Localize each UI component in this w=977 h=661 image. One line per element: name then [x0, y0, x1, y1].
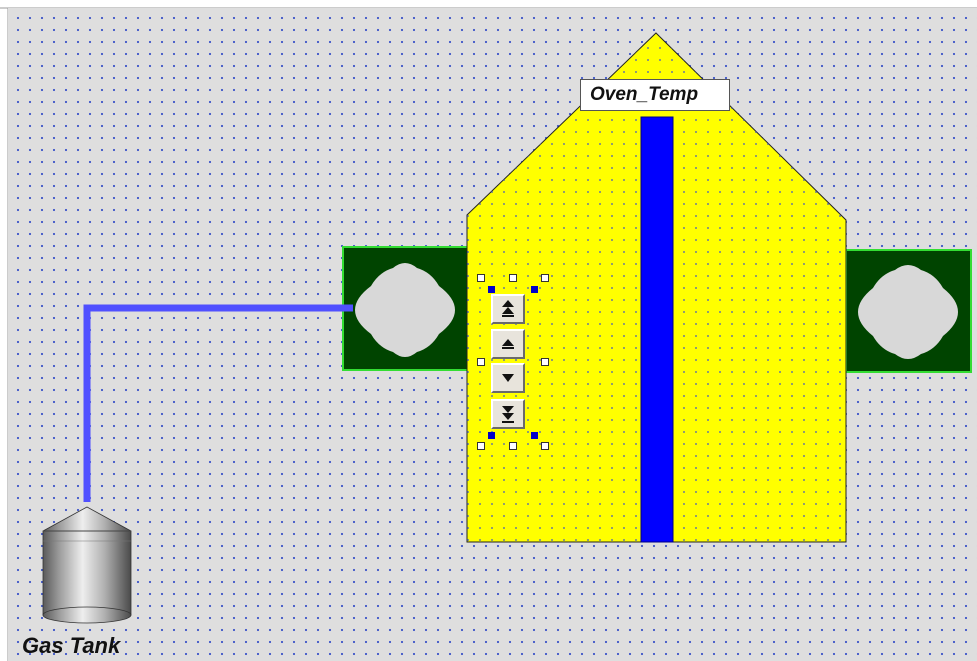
gas-tank-label: Gas Tank	[22, 633, 121, 658]
down-arrow-icon	[502, 374, 514, 382]
spin-fast-up-button[interactable]	[491, 294, 525, 324]
selection-handle-top-middle[interactable]	[509, 274, 517, 282]
selection-handle-middle-right[interactable]	[541, 358, 549, 366]
spin-up-button[interactable]	[491, 329, 525, 359]
oven-temp-bar	[640, 116, 674, 543]
design-canvas[interactable]: Oven_Temp Gas Tank	[8, 8, 977, 661]
selection-handle-bottom-middle[interactable]	[509, 442, 517, 450]
selection-handle-bottom-left[interactable]	[477, 442, 485, 450]
spin-down-button[interactable]	[491, 363, 525, 393]
up-arrow-icon	[502, 339, 514, 349]
double-up-arrow-icon	[502, 300, 514, 317]
inner-handle-top-left	[488, 286, 495, 293]
spin-fast-down-button[interactable]	[491, 399, 525, 429]
selection-handle-bottom-right[interactable]	[541, 442, 549, 450]
burner-right[interactable]	[845, 249, 972, 373]
inner-handle-bottom-right	[531, 432, 538, 439]
inner-handle-top-right	[531, 286, 538, 293]
selection-handle-top-left[interactable]	[477, 274, 485, 282]
inner-handle-bottom-left	[488, 432, 495, 439]
double-down-arrow-icon	[502, 406, 514, 423]
selection-handle-top-right[interactable]	[541, 274, 549, 282]
oven-temp-label[interactable]: Oven_Temp	[580, 79, 730, 111]
gas-pipe	[83, 304, 353, 502]
burner-left[interactable]	[342, 246, 470, 371]
selection-handle-middle-left[interactable]	[477, 358, 485, 366]
gas-tank-icon[interactable]	[42, 506, 132, 624]
